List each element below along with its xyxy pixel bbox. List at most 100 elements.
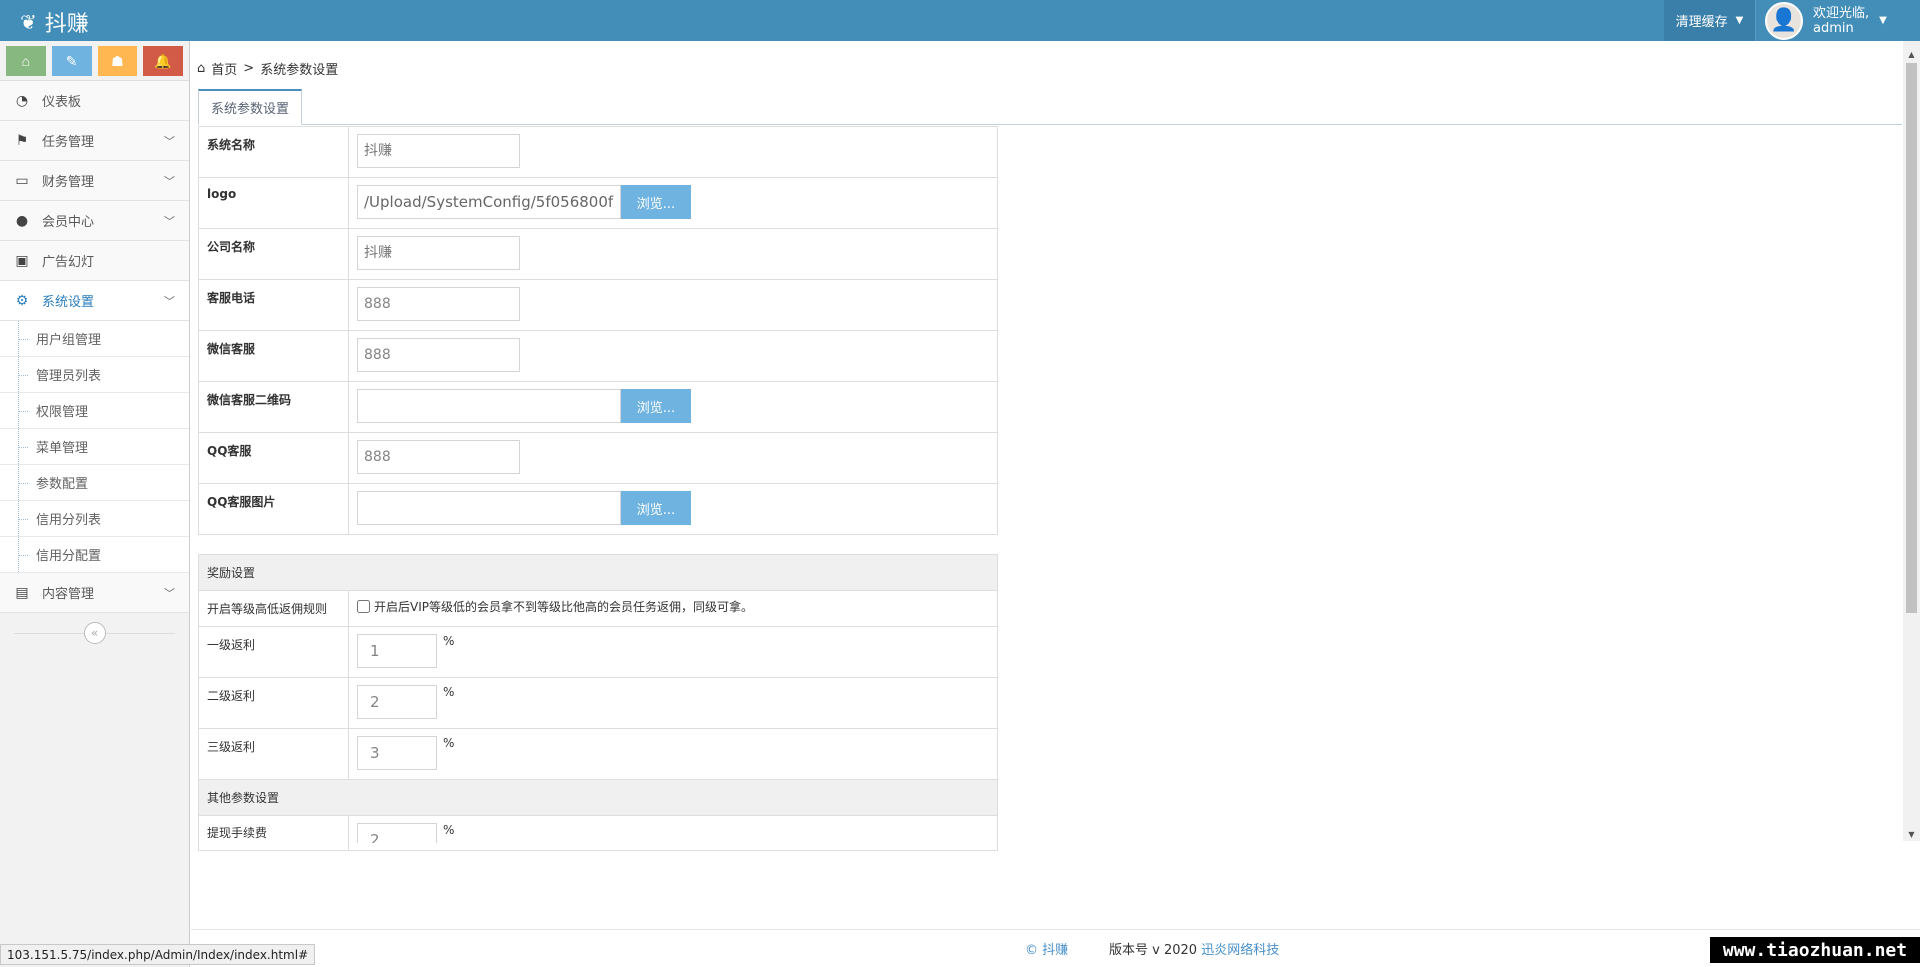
form-row: 客服电话	[198, 279, 998, 331]
field-label: 一级返利	[198, 626, 349, 678]
footer-version: 版本号 v 2020 迅炎网络科技	[1109, 939, 1279, 958]
submenu-item[interactable]: 用户组管理	[0, 321, 189, 357]
submenu-item[interactable]: 权限管理	[0, 393, 189, 429]
sidebar-item-label: 广告幻灯	[42, 255, 95, 270]
field-label: logo	[198, 177, 349, 229]
form-row: 系统名称	[198, 126, 998, 178]
footer: © 抖赚 版本号 v 2020 迅炎网络科技	[191, 929, 1920, 967]
breadcrumb-home[interactable]: 首页	[211, 59, 237, 78]
user-menu[interactable]: 👤 欢迎光临, admin ▼	[1757, 0, 1920, 41]
sidebar-collapse: «	[0, 613, 189, 653]
percent-unit: %	[443, 736, 455, 750]
form-row: 三级返利 %	[198, 728, 998, 780]
section-heading-reward: 奖励设置	[198, 554, 998, 591]
chevron-down-icon: ﹀	[164, 134, 175, 148]
leaf-icon: ❦	[20, 10, 37, 34]
avatar: 👤	[1765, 1, 1803, 40]
field-label: 微信客服二维码	[198, 381, 349, 433]
breadcrumb: ⌂ 首页 > 系统参数设置	[197, 59, 338, 78]
scroll-down-icon[interactable]: ▼	[1903, 827, 1920, 841]
form-row: 一级返利 %	[198, 626, 998, 678]
form-row: 微信客服	[198, 330, 998, 382]
chevron-down-icon: ﹀	[164, 214, 175, 228]
field-label: 提现手续费	[198, 815, 349, 851]
tab-bar: 系统参数设置	[198, 89, 1902, 125]
field-label: 二级返利	[198, 677, 349, 729]
company-link[interactable]: 迅炎网络科技	[1201, 943, 1279, 958]
submenu-item[interactable]: 信用分列表	[0, 501, 189, 537]
sidebar: ⌂ ✎ ☗ 🔔 ◔ 仪表板 ⚑ 任务管理 ﹀ ▭ 财务管理 ﹀ ● 会员中心 ﹀…	[0, 41, 190, 967]
field-label: 公司名称	[198, 228, 349, 280]
form-row: 开启等级高低返佣规则 开启后VIP等级低的会员拿不到等级比他高的会员任务返佣，同…	[198, 590, 998, 627]
browser-status-url: 103.151.5.75/index.php/Admin/Index/index…	[0, 944, 316, 965]
chevron-down-icon: ﹀	[164, 294, 175, 308]
bell-icon: 🔔	[154, 52, 172, 69]
footer-copyright[interactable]: © 抖赚	[1025, 939, 1068, 958]
sidebar-item-label: 会员中心	[42, 215, 95, 230]
settings-form: 系统名称 logo 浏览... 公司名称 客服电话 微信客服 微信客服二维码	[198, 126, 998, 851]
user-icon: ●	[15, 212, 29, 229]
submenu-item[interactable]: 管理员列表	[0, 357, 189, 393]
pencil-icon: ✎	[65, 52, 78, 69]
level2-rebate-input[interactable]	[357, 685, 437, 719]
service-phone-input[interactable]	[357, 287, 520, 321]
sidebar-item-dashboard[interactable]: ◔ 仪表板	[0, 81, 189, 121]
field-label: QQ客服图片	[198, 483, 349, 535]
submenu-item[interactable]: 菜单管理	[0, 429, 189, 465]
watermark: www.tiaozhuan.net	[1710, 937, 1920, 963]
version-text: 版本号 v 2020	[1109, 943, 1198, 958]
rebate-rule-text: 开启后VIP等级低的会员拿不到等级比他高的会员任务返佣，同级可拿。	[374, 600, 753, 614]
form-row: 提现手续费 %	[198, 815, 998, 851]
form-row: QQ客服	[198, 432, 998, 484]
field-label: 系统名称	[198, 126, 349, 178]
sidebar-item-ads[interactable]: ▣ 广告幻灯	[0, 241, 189, 281]
qq-image-browse-button[interactable]: 浏览...	[621, 491, 691, 525]
sidebar-item-system-settings[interactable]: ⚙ 系统设置 ﹀	[0, 281, 189, 321]
field-label: 客服电话	[198, 279, 349, 331]
percent-unit: %	[443, 685, 455, 699]
clear-cache-button[interactable]: 清理缓存 ▼	[1664, 0, 1756, 41]
level3-rebate-input[interactable]	[357, 736, 437, 770]
scroll-thumb[interactable]	[1906, 63, 1917, 613]
form-row: 公司名称	[198, 228, 998, 280]
qq-service-input[interactable]	[357, 440, 520, 474]
form-row: 微信客服二维码 浏览...	[198, 381, 998, 433]
shortcut-users-button[interactable]: ☗	[97, 46, 138, 76]
sidebar-item-members[interactable]: ● 会员中心 ﹀	[0, 201, 189, 241]
brand[interactable]: ❦ 抖赚	[20, 6, 89, 38]
sidebar-item-finance[interactable]: ▭ 财务管理 ﹀	[0, 161, 189, 201]
qq-image-input[interactable]	[357, 491, 621, 525]
logo-path-input[interactable]	[357, 185, 621, 219]
section-heading-other: 其他参数设置	[198, 779, 998, 816]
submenu-item[interactable]: 信用分配置	[0, 537, 189, 573]
shortcut-home-button[interactable]: ⌂	[6, 46, 46, 76]
level1-rebate-input[interactable]	[357, 634, 437, 668]
tab-system-params[interactable]: 系统参数设置	[198, 89, 303, 125]
company-name-input[interactable]	[357, 236, 520, 270]
wechat-qr-input[interactable]	[357, 389, 621, 423]
collapse-double-left-icon[interactable]: «	[83, 622, 106, 644]
sidebar-item-label: 系统设置	[42, 295, 95, 310]
brand-name: 抖赚	[44, 12, 89, 37]
withdraw-fee-input[interactable]	[357, 823, 437, 843]
wechat-service-input[interactable]	[357, 338, 520, 372]
vertical-scrollbar[interactable]: ▲ ▼	[1903, 41, 1920, 841]
chevron-down-icon: ﹀	[164, 174, 175, 188]
field-label: QQ客服	[198, 432, 349, 484]
inbox-icon: ▭	[15, 172, 29, 189]
welcome-text: 欢迎光临,	[1813, 5, 1870, 21]
rebate-rule-checkbox[interactable]	[357, 600, 370, 613]
users-icon: ☗	[111, 52, 124, 69]
logo-browse-button[interactable]: 浏览...	[621, 185, 691, 219]
scroll-up-icon[interactable]: ▲	[1903, 47, 1920, 61]
main-content: ⌂ 首页 > 系统参数设置 系统参数设置 系统名称 logo 浏览... 公司名…	[191, 41, 1902, 851]
submenu-item[interactable]: 参数配置	[0, 465, 189, 501]
shortcut-edit-button[interactable]: ✎	[51, 46, 92, 76]
shortcut-bell-button[interactable]: 🔔	[143, 46, 183, 76]
picture-icon: ▣	[15, 252, 29, 269]
site-name-input[interactable]	[357, 134, 520, 168]
wechat-qr-browse-button[interactable]: 浏览...	[621, 389, 691, 423]
rebate-rule-option[interactable]: 开启后VIP等级低的会员拿不到等级比他高的会员任务返佣，同级可拿。	[357, 598, 989, 615]
sidebar-item-tasks[interactable]: ⚑ 任务管理 ﹀	[0, 121, 189, 161]
sidebar-item-content[interactable]: ▤ 内容管理 ﹀	[0, 573, 189, 613]
